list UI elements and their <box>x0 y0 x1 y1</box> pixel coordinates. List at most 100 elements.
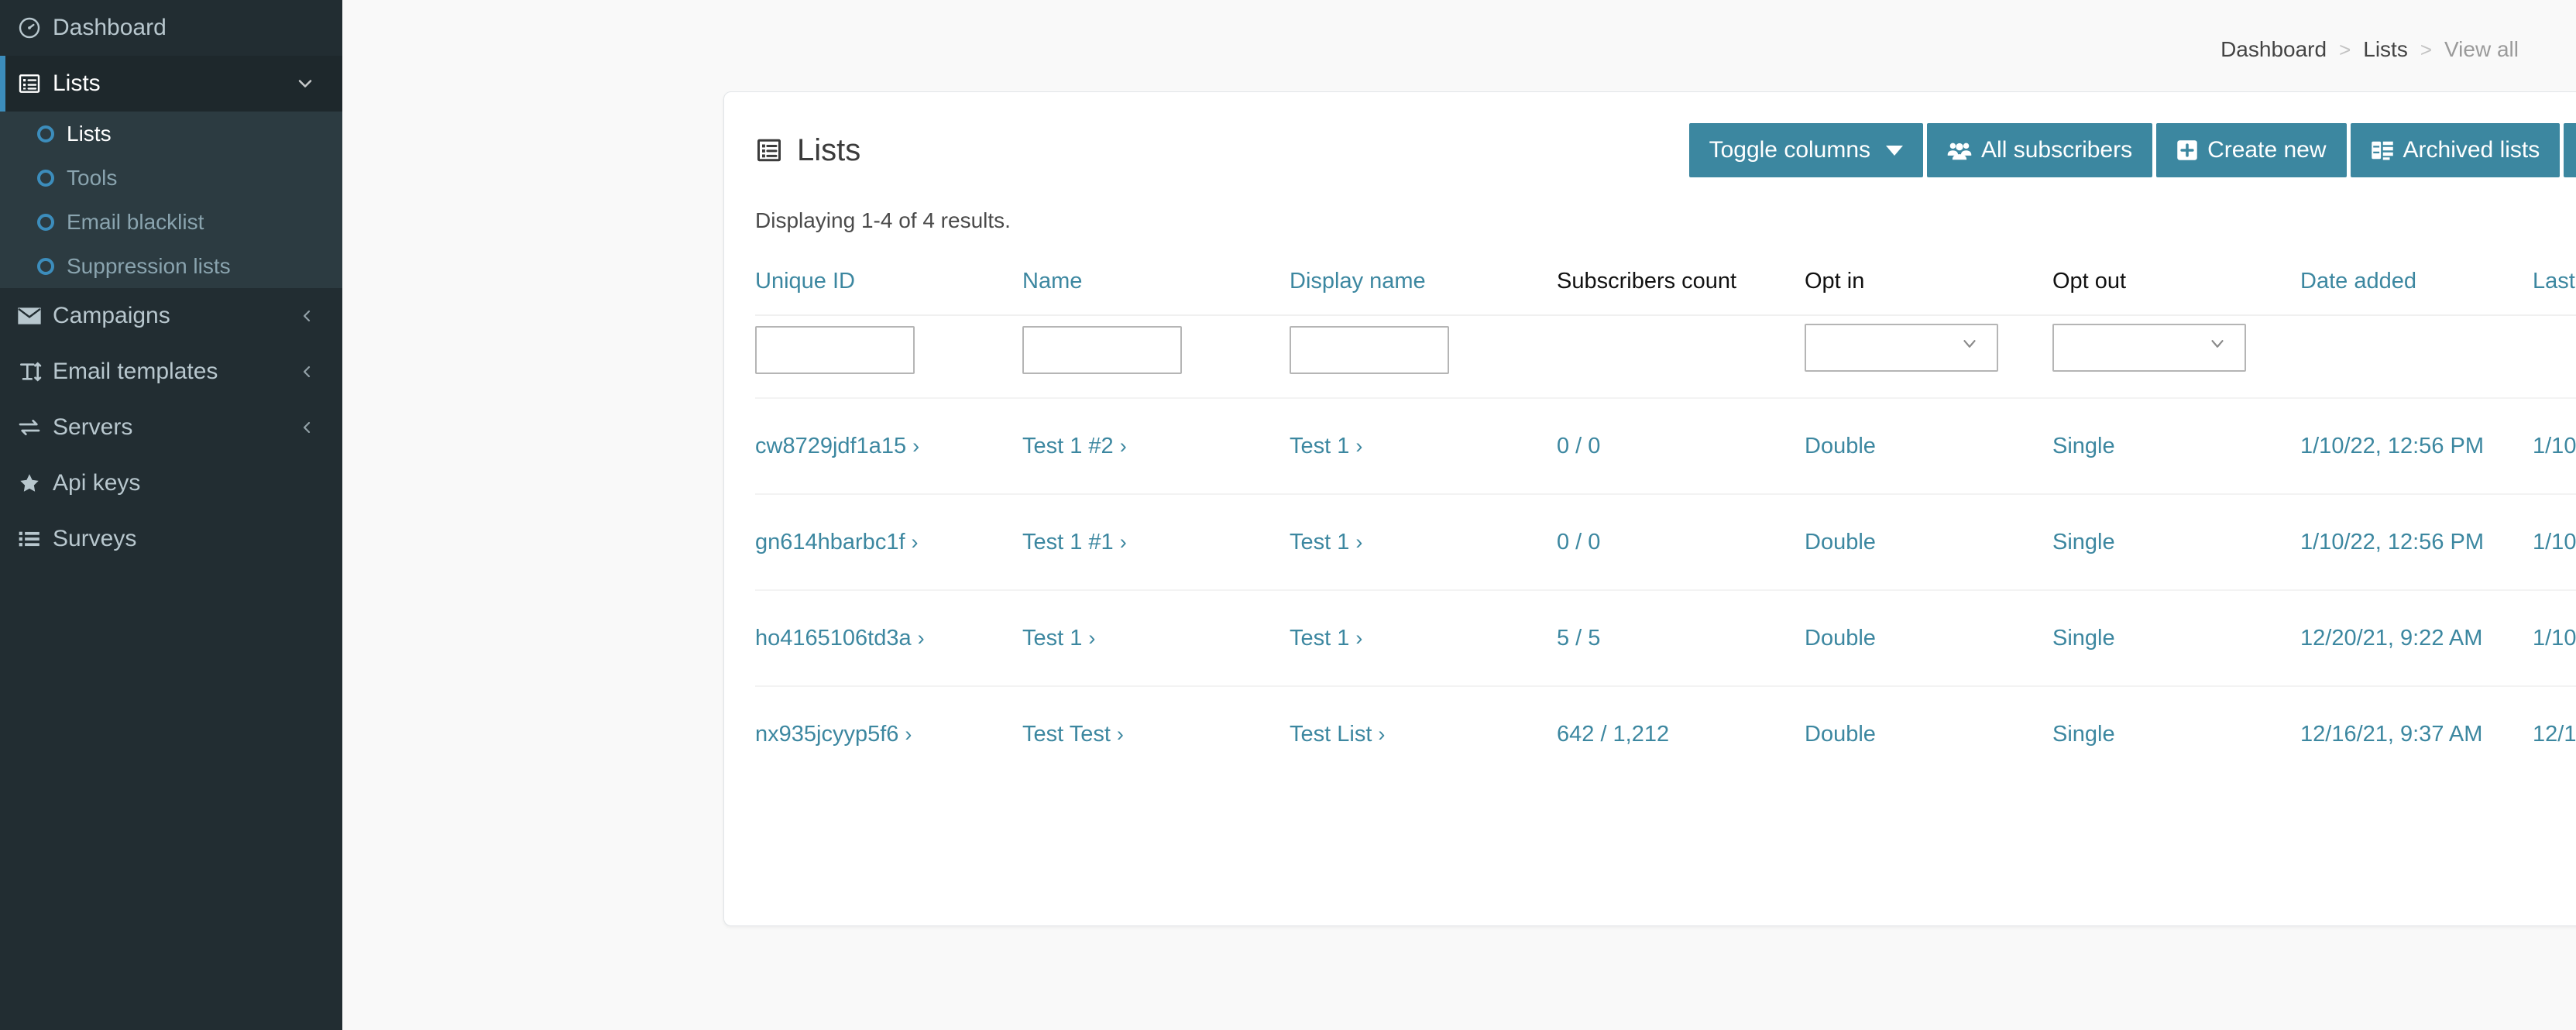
filter-opt-in-select[interactable] <box>1805 324 1998 372</box>
row-unique-id-link[interactable]: nx935jcyyp5f6 › <box>755 722 912 747</box>
row-unique-id-link[interactable]: ho4165106td3a › <box>755 626 925 651</box>
export-button[interactable]: Export <box>2564 123 2576 177</box>
row-unique-id-link[interactable]: gn614hbarbc1f › <box>755 530 919 554</box>
row-display-name-link[interactable]: Test List › <box>1290 722 1385 747</box>
row-name-link[interactable]: Test 1 › <box>1022 626 1095 651</box>
list-alt-icon <box>17 71 53 96</box>
page-title-text: Lists <box>797 132 861 167</box>
row-display-name-link[interactable]: Test 1 › <box>1290 626 1362 651</box>
filter-last-updated-empty <box>2533 314 2576 398</box>
chevron-right-icon: › <box>1088 626 1096 650</box>
sidebar-subitem-email-blacklist[interactable]: Email blacklist <box>0 200 342 244</box>
table-row: nx935jcyyp5f6 › Test Test › Test List › 642… <box>755 685 2576 781</box>
chevron-right-icon: › <box>1378 722 1386 746</box>
lists-table: Unique ID Name Display name Subscribers … <box>755 255 2576 781</box>
column-header-unique-id[interactable]: Unique ID <box>755 255 1022 315</box>
circle-o-icon <box>37 257 67 275</box>
filter-name-input[interactable] <box>1022 325 1182 374</box>
sidebar-item-label: Campaigns <box>53 303 170 328</box>
all-subscribers-label: All subscribers <box>1981 137 2133 163</box>
sidebar-subitem-tools[interactable]: Tools <box>0 156 342 200</box>
lists-card: Lists Toggle columns All subscribers Cre… <box>723 91 2576 926</box>
sidebar-item-label: Email templates <box>53 359 218 384</box>
filter-date-added-empty <box>2300 314 2533 398</box>
row-name-link[interactable]: Test Test › <box>1022 722 1124 747</box>
row-date-added: 1/10/22, 12:56 PM <box>2300 493 2533 590</box>
sidebar-item-servers[interactable]: Servers <box>0 400 342 455</box>
row-last-updated: 1/10/22, 12:56 PM <box>2533 397 2576 494</box>
chevron-left-icon <box>297 362 316 381</box>
sidebar-item-label: Dashboard <box>53 15 167 40</box>
sidebar-subitem-label: Email blacklist <box>67 209 204 234</box>
column-header-name[interactable]: Name <box>1022 255 1290 315</box>
toggle-columns-button[interactable]: Toggle columns <box>1688 123 1924 177</box>
row-display-name-link[interactable]: Test 1 › <box>1290 434 1362 458</box>
breadcrumb-item-dashboard[interactable]: Dashboard <box>2221 37 2327 62</box>
filter-display-name-input[interactable] <box>1290 325 1449 374</box>
circle-o-icon <box>37 125 67 142</box>
chevron-right-icon: › <box>1355 626 1363 650</box>
row-date-added: 12/16/21, 9:37 AM <box>2300 685 2533 781</box>
text-height-icon <box>17 359 53 384</box>
column-header-date-added[interactable]: Date added <box>2300 255 2533 315</box>
sidebar-item-label: Servers <box>53 414 133 440</box>
chevron-down-icon <box>2207 333 2227 357</box>
sidebar-item-api-keys[interactable]: Api keys <box>0 455 342 511</box>
card-toolbar: Toggle columns All subscribers Create ne… <box>1688 123 2576 177</box>
chevron-right-icon: › <box>912 434 920 458</box>
row-date-added: 12/20/21, 9:22 AM <box>2300 589 2533 686</box>
column-header-last-updated[interactable]: Last updated <box>2533 255 2576 315</box>
breadcrumb-separator: > <box>2339 37 2351 61</box>
sidebar-item-campaigns[interactable]: Campaigns <box>0 288 342 344</box>
row-display-name-link[interactable]: Test 1 › <box>1290 530 1362 554</box>
breadcrumb-item-view-all: View all <box>2444 37 2519 61</box>
create-new-button[interactable]: Create new <box>2156 123 2347 177</box>
envelope-icon <box>17 307 53 325</box>
results-summary: Displaying 1-4 of 4 results. <box>755 208 1011 232</box>
row-date-added: 1/10/22, 12:56 PM <box>2300 397 2533 494</box>
sidebar-subitem-label: Suppression lists <box>67 253 231 278</box>
star-icon <box>17 471 53 496</box>
app-root: Dashboard Lists Lists Tools Email blackl… <box>0 0 2576 1030</box>
sidebar-item-email-templates[interactable]: Email templates <box>0 344 342 400</box>
card-header: Lists Toggle columns All subscribers Cre… <box>724 92 2576 177</box>
table-header-row: Unique ID Name Display name Subscribers … <box>755 255 2576 315</box>
row-last-updated: 12/16/21, 9:37 AM <box>2533 685 2576 781</box>
row-unique-id-link[interactable]: cw8729jdf1a15 › <box>755 434 919 458</box>
sidebar: Dashboard Lists Lists Tools Email blackl… <box>0 0 342 1030</box>
row-subscribers-count: 0 / 0 <box>1557 493 1805 590</box>
row-name-link[interactable]: Test 1 #1 › <box>1022 530 1127 554</box>
table-row: cw8729jdf1a15 › Test 1 #2 › Test 1 › 0 / 0 … <box>755 397 2576 494</box>
row-opt-in: Double <box>1805 397 2052 494</box>
sidebar-subitem-suppression-lists[interactable]: Suppression lists <box>0 244 342 288</box>
row-opt-in: Double <box>1805 589 2052 686</box>
dashboard-icon <box>17 15 53 40</box>
filter-opt-out-select[interactable] <box>2052 324 2246 372</box>
create-new-label: Create new <box>2207 137 2327 163</box>
breadcrumb-separator: > <box>2420 37 2433 61</box>
pager-row: 10 <box>724 781 2576 879</box>
row-name-link[interactable]: Test 1 #2 › <box>1022 434 1127 458</box>
chevron-right-icon: › <box>1355 434 1363 458</box>
sidebar-item-dashboard[interactable]: Dashboard <box>0 0 342 56</box>
filter-unique-id-input[interactable] <box>755 325 915 374</box>
sidebar-item-surveys[interactable]: Surveys <box>0 511 342 567</box>
table-body: cw8729jdf1a15 › Test 1 #2 › Test 1 › 0 / 0 … <box>755 397 2576 781</box>
chevron-right-icon: › <box>1116 722 1124 746</box>
sidebar-subitem-label: Lists <box>67 121 112 146</box>
circle-o-icon <box>37 169 67 187</box>
sidebar-submenu-lists: Lists Tools Email blacklist Suppression … <box>0 112 342 288</box>
all-subscribers-button[interactable]: All subscribers <box>1927 123 2153 177</box>
sidebar-item-label: Lists <box>53 70 101 96</box>
sidebar-item-lists[interactable]: Lists <box>0 56 342 112</box>
column-header-display-name[interactable]: Display name <box>1290 255 1557 315</box>
row-opt-out: Single <box>2052 493 2300 590</box>
archived-lists-button[interactable]: Archived lists <box>2350 123 2561 177</box>
archive-icon <box>2371 139 2394 161</box>
row-opt-out: Single <box>2052 685 2300 781</box>
breadcrumb-item-lists[interactable]: Lists <box>2363 37 2408 62</box>
chevron-right-icon: › <box>917 626 925 650</box>
table-filter-row <box>755 314 2576 398</box>
column-header-subscribers-count: Subscribers count <box>1557 269 1737 294</box>
sidebar-subitem-lists[interactable]: Lists <box>0 112 342 156</box>
